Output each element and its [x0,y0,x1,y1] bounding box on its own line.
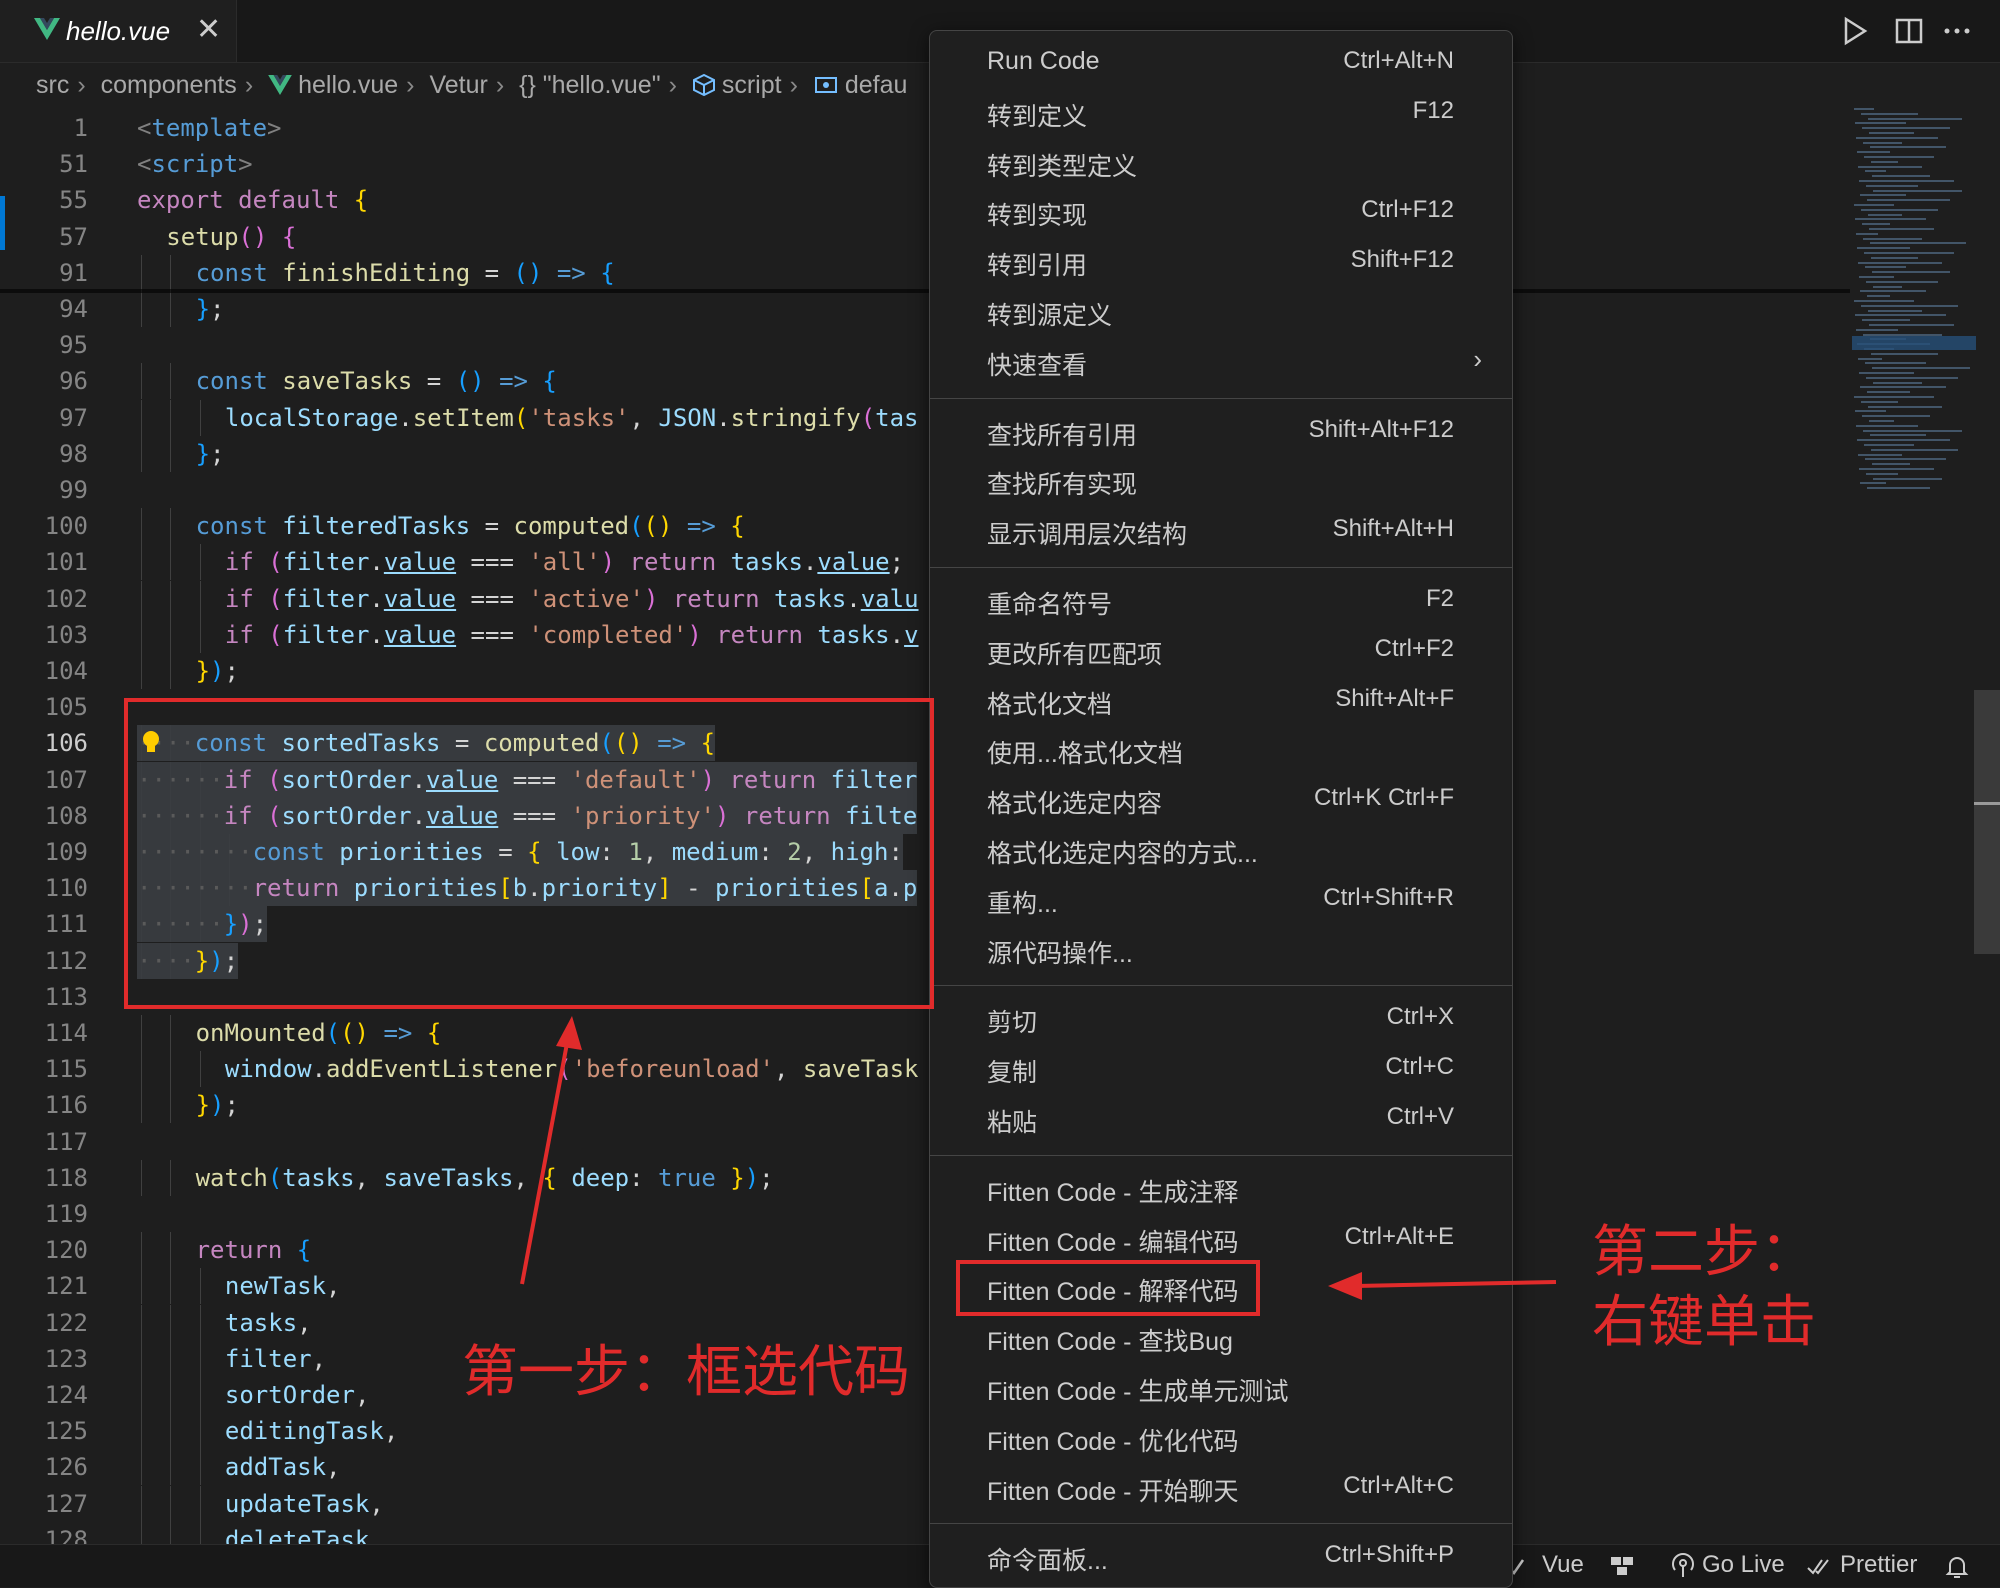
arrow-head-left [1328,1272,1362,1300]
arrow-to-menu-item [1355,1280,1557,1288]
arrow-to-selection [520,1037,570,1285]
annotation-arrows [520,1016,1557,1300]
arrow-head-up [556,1016,582,1050]
